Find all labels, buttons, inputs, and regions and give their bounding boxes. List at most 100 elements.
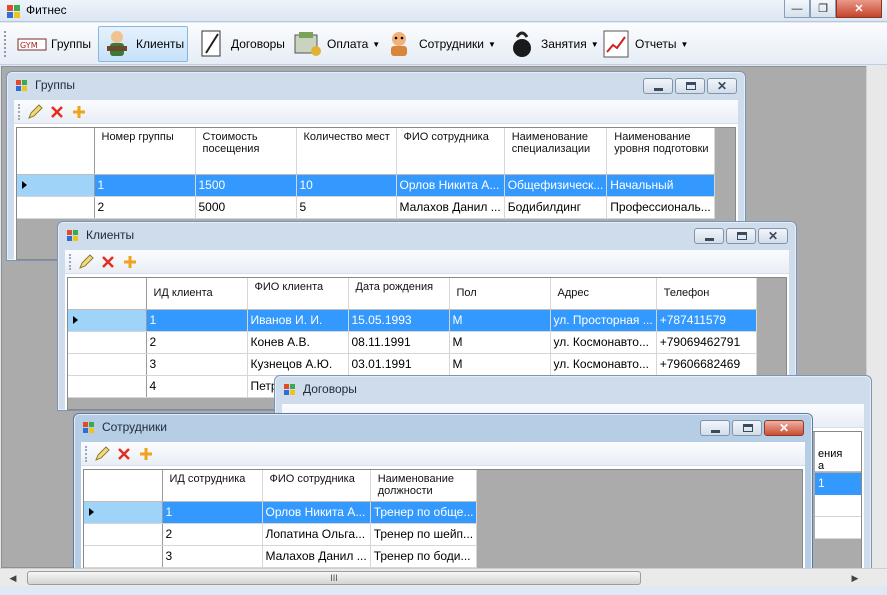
edit-icon[interactable] bbox=[78, 253, 94, 270]
column-header[interactable]: Стоимость посещения bbox=[195, 128, 297, 175]
column-header[interactable]: ФИО сотрудника bbox=[262, 470, 371, 502]
table-cell[interactable]: 1 bbox=[162, 501, 263, 524]
toolbar-grip[interactable] bbox=[4, 31, 7, 57]
horizontal-scrollbar[interactable]: ◀ III ▶ bbox=[0, 568, 887, 586]
table-cell[interactable]: Кузнецов А.Ю. bbox=[247, 353, 349, 376]
column-header[interactable]: Наименование уровня подготовки bbox=[606, 128, 715, 175]
table-cell[interactable]: Начальный bbox=[606, 174, 715, 197]
column-header[interactable]: Дата рождения bbox=[348, 278, 450, 310]
main-title-bar[interactable]: Фитнес — ❐ ✕ bbox=[0, 0, 887, 22]
table-cell[interactable]: Конев А.В. bbox=[247, 331, 349, 354]
add-icon[interactable] bbox=[71, 104, 87, 120]
table-cell[interactable]: 3 bbox=[162, 545, 263, 568]
table-row[interactable]: 1 Орлов Никита А... Тренер по обще... bbox=[84, 501, 478, 524]
table-cell[interactable]: 08.11.1991 bbox=[348, 331, 450, 354]
column-header[interactable]: Количество мест bbox=[296, 128, 397, 175]
table-cell[interactable]: 1500 bbox=[195, 174, 297, 197]
row-header[interactable] bbox=[84, 523, 163, 546]
table-cell[interactable]: Общефизическ... bbox=[504, 174, 608, 197]
table-cell[interactable]: +79069462791 bbox=[656, 331, 757, 354]
table-cell[interactable]: 2 bbox=[146, 331, 248, 354]
window-close-button[interactable]: ✕ bbox=[764, 420, 804, 436]
window-maximize-button[interactable] bbox=[675, 78, 705, 94]
add-icon[interactable] bbox=[122, 254, 138, 270]
column-header[interactable]: Телефон bbox=[656, 278, 757, 310]
table-cell[interactable]: Тренер по шейп... bbox=[370, 523, 478, 546]
table-cell[interactable]: 10 bbox=[296, 174, 397, 197]
edit-icon[interactable] bbox=[27, 103, 43, 120]
table-cell[interactable]: 15.05.1993 bbox=[348, 309, 450, 332]
table-cell[interactable]: М bbox=[449, 353, 551, 376]
table-cell[interactable]: 1 bbox=[94, 174, 196, 197]
table-cell[interactable]: Орлов Никита А... bbox=[262, 501, 371, 524]
column-header[interactable]: Наименование должности bbox=[370, 470, 478, 502]
column-header[interactable]: ИД клиента bbox=[146, 278, 248, 310]
table-cell[interactable]: 03.01.1991 bbox=[348, 353, 450, 376]
column-header[interactable]: ФИО сотрудника bbox=[396, 128, 505, 175]
minimize-button[interactable]: — bbox=[784, 0, 810, 18]
window-minimize-button[interactable] bbox=[643, 78, 673, 94]
column-header[interactable]: Пол bbox=[449, 278, 551, 310]
table-cell[interactable] bbox=[815, 495, 861, 517]
row-header[interactable] bbox=[17, 174, 95, 197]
window-contracts-titlebar[interactable]: Договоры bbox=[275, 376, 871, 402]
table-cell[interactable] bbox=[815, 517, 861, 539]
table-cell[interactable]: Малахов Данил ... bbox=[396, 196, 505, 219]
table-cell[interactable]: Иванов И. И. bbox=[247, 309, 349, 332]
scrollbar-thumb[interactable]: III bbox=[27, 571, 641, 585]
table-cell[interactable]: ул. Космонавто... bbox=[550, 353, 657, 376]
window-maximize-button[interactable] bbox=[726, 228, 756, 244]
window-employees[interactable]: Сотрудники ✕ ИД сотрудника ФИО сотрудник… bbox=[73, 413, 813, 573]
table-row[interactable]: 2 5000 5 Малахов Данил ... Бодибилдинг П… bbox=[17, 196, 715, 219]
toolstrip-grip[interactable] bbox=[18, 103, 21, 120]
column-header[interactable]: ИД сотрудника bbox=[162, 470, 263, 502]
window-minimize-button[interactable] bbox=[694, 228, 724, 244]
column-header[interactable]: ФИО клиента bbox=[247, 278, 349, 310]
delete-icon[interactable] bbox=[49, 104, 65, 120]
row-header[interactable] bbox=[68, 353, 147, 376]
table-row[interactable]: 1 1500 10 Орлов Никита А... Общефизическ… bbox=[17, 174, 715, 197]
table-cell[interactable]: 5000 bbox=[195, 196, 297, 219]
table-row[interactable]: 2 Конев А.В. 08.11.1991 М ул. Космонавто… bbox=[68, 331, 757, 354]
close-button[interactable]: ✕ bbox=[836, 0, 882, 18]
delete-icon[interactable] bbox=[116, 446, 132, 462]
table-cell[interactable]: 1 bbox=[146, 309, 248, 332]
column-header[interactable]: Наименование специализации bbox=[504, 128, 608, 175]
table-cell[interactable]: Орлов Никита А... bbox=[396, 174, 505, 197]
table-cell[interactable]: ул. Космонавто... bbox=[550, 331, 657, 354]
toolbar-contracts-button[interactable]: Договоры bbox=[194, 26, 288, 62]
table-cell[interactable]: +787411579 bbox=[656, 309, 757, 332]
toolbar-employees-button[interactable]: Сотрудники ▼ bbox=[382, 26, 499, 62]
table-cell[interactable]: Профессиональ... bbox=[606, 196, 715, 219]
table-cell[interactable]: 2 bbox=[162, 523, 263, 546]
delete-icon[interactable] bbox=[100, 254, 116, 270]
toolbar-clients-button[interactable]: Клиенты bbox=[98, 26, 189, 62]
table-cell[interactable]: +79606682469 bbox=[656, 353, 757, 376]
add-icon[interactable] bbox=[138, 446, 154, 462]
table-cell[interactable]: ул. Просторная ... bbox=[550, 309, 657, 332]
table-row[interactable]: 3 Кузнецов А.Ю. 03.01.1991 М ул. Космона… bbox=[68, 353, 757, 376]
toolbar-payment-button[interactable]: Оплата ▼ bbox=[290, 26, 383, 62]
scroll-left-icon[interactable]: ◀ bbox=[6, 572, 20, 584]
window-maximize-button[interactable] bbox=[732, 420, 762, 436]
table-cell[interactable]: М bbox=[449, 331, 551, 354]
window-clients-titlebar[interactable]: Клиенты ✕ bbox=[58, 222, 796, 248]
row-header[interactable] bbox=[68, 309, 147, 332]
table-cell[interactable]: Лопатина Ольга... bbox=[262, 523, 371, 546]
window-employees-titlebar[interactable]: Сотрудники ✕ bbox=[74, 414, 812, 440]
window-close-button[interactable]: ✕ bbox=[707, 78, 737, 94]
scroll-right-icon[interactable]: ▶ bbox=[848, 572, 862, 584]
table-cell[interactable]: 1 bbox=[815, 473, 861, 495]
window-close-button[interactable]: ✕ bbox=[758, 228, 788, 244]
table-cell[interactable]: 3 bbox=[146, 353, 248, 376]
toolbar-reports-button[interactable]: Отчеты ▼ bbox=[598, 26, 691, 62]
table-cell[interactable]: 2 bbox=[94, 196, 196, 219]
toolbar-classes-button[interactable]: Занятия ▼ bbox=[504, 26, 602, 62]
row-header[interactable] bbox=[17, 196, 95, 219]
employees-grid[interactable]: ИД сотрудника ФИО сотрудника Наименовани… bbox=[83, 469, 803, 572]
column-header[interactable]: ения а bbox=[815, 432, 861, 472]
maximize-button[interactable]: ❐ bbox=[810, 0, 836, 18]
table-cell[interactable]: Малахов Данил ... bbox=[262, 545, 371, 568]
table-cell[interactable]: М bbox=[449, 309, 551, 332]
toolstrip-grip[interactable] bbox=[69, 253, 72, 270]
